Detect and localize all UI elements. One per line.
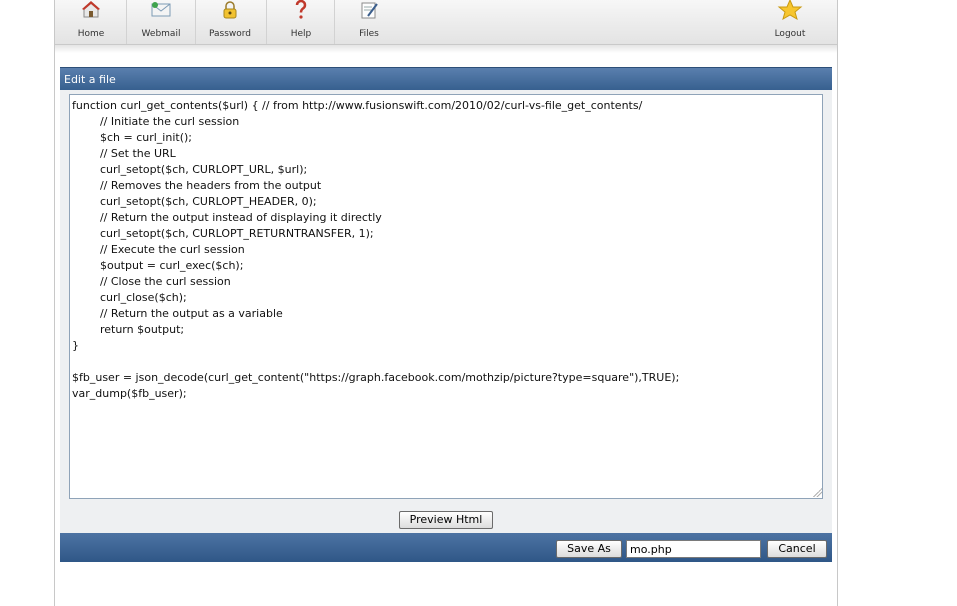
toolbar-help-label: Help bbox=[290, 29, 312, 39]
filename-input[interactable] bbox=[626, 540, 761, 558]
preview-row: Preview Html bbox=[60, 507, 832, 533]
edit-file-panel: function curl_get_contents($url) { // fr… bbox=[60, 90, 832, 507]
lock-icon bbox=[223, 1, 237, 19]
toolbar-home-label: Home bbox=[77, 29, 105, 39]
home-icon bbox=[82, 1, 100, 18]
app-shell: Home Webmail Password Help Files Logout … bbox=[54, 0, 838, 606]
toolbar-divider bbox=[126, 0, 127, 44]
toolbar-logout-button[interactable]: Logout bbox=[765, 0, 815, 44]
toolbar-shadow bbox=[55, 45, 837, 53]
mail-icon bbox=[151, 2, 171, 17]
preview-html-button[interactable]: Preview Html bbox=[398, 511, 494, 529]
toolbar-divider bbox=[334, 0, 335, 44]
resize-handle[interactable] bbox=[812, 487, 822, 497]
toolbar-files-button[interactable]: Files bbox=[345, 0, 393, 44]
save-bar: Save As Cancel bbox=[60, 533, 832, 562]
toolbar-files-label: Files bbox=[359, 29, 379, 39]
toolbar-divider bbox=[195, 0, 196, 44]
star-icon bbox=[777, 0, 803, 20]
toolbar-logout-label: Logout bbox=[774, 29, 806, 39]
toolbar-divider bbox=[266, 0, 267, 44]
save-as-button[interactable]: Save As bbox=[556, 540, 622, 558]
toolbar-help-button[interactable]: Help bbox=[277, 0, 325, 44]
toolbar-home-button[interactable]: Home bbox=[69, 0, 113, 44]
code-editor-textarea[interactable]: function curl_get_contents($url) { // fr… bbox=[69, 94, 823, 499]
help-icon bbox=[295, 0, 307, 19]
toolbar-password-label: Password bbox=[208, 29, 252, 39]
cancel-button[interactable]: Cancel bbox=[767, 540, 827, 558]
files-icon bbox=[361, 2, 378, 19]
top-toolbar: Home Webmail Password Help Files Logout bbox=[55, 0, 837, 45]
toolbar-webmail-label: Webmail bbox=[141, 29, 181, 39]
edit-file-header: Edit a file bbox=[60, 67, 832, 90]
toolbar-webmail-button[interactable]: Webmail bbox=[135, 0, 187, 44]
toolbar-password-button[interactable]: Password bbox=[203, 0, 257, 44]
